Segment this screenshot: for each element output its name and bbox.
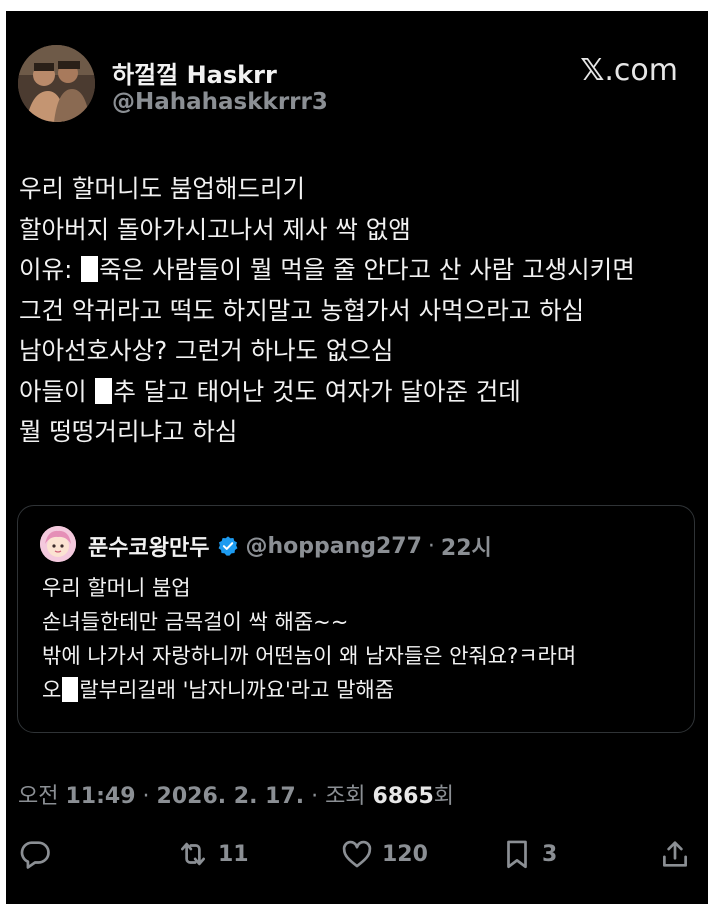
quoted-line-start: 오 xyxy=(42,678,62,702)
post-time[interactable]: 11:49 xyxy=(65,784,135,809)
redaction-block xyxy=(62,677,79,702)
share-button[interactable] xyxy=(658,837,692,871)
views-label: 조회 xyxy=(325,784,366,809)
redaction-block xyxy=(95,377,113,404)
like-count: 120 xyxy=(382,841,428,867)
x-brand-logo: 𝕏.com xyxy=(580,53,678,88)
author-name[interactable]: 하껄껄 Haskrr xyxy=(112,55,277,90)
quoted-line: 오 랄부리길래 '남자니까요'라고 말해줌 xyxy=(42,673,682,707)
views-suffix: 회 xyxy=(433,784,455,809)
tweet-line-start: 아들이 xyxy=(19,376,95,406)
quoted-body: 우리 할머니 붐업 손녀들한테만 금목걸이 싹 해줌~~ 밖에 나가서 자랑하니… xyxy=(42,571,682,707)
quoted-header: 푼수코왕만두 @hoppang277 · 22시 xyxy=(88,530,492,562)
author-handle[interactable]: @Hahahaskkrrr3 xyxy=(112,89,328,115)
brand-suffix: .com xyxy=(604,53,678,88)
like-button[interactable]: 120 xyxy=(340,837,428,871)
quoted-line-end: 랄부리길래 '남자니까요'라고 말해줌 xyxy=(79,678,395,702)
tweet-line-end: 추 달고 태어난 것도 여자가 달아준 건데 xyxy=(113,376,521,406)
tweet-line: 뭘 떵떵거리냐고 하심 xyxy=(19,417,238,446)
tweet-line: 이유: 죽은 사람들이 뭘 먹을 줄 안다고 산 사람 고생시키면 xyxy=(19,250,699,291)
action-bar: 11 120 3 xyxy=(6,837,708,881)
bookmark-button[interactable]: 3 xyxy=(500,837,557,871)
speech-bubble-icon xyxy=(20,841,50,869)
tweet-line: 아들이 추 달고 태어난 것도 여자가 달아준 건데 xyxy=(19,372,699,413)
post-date[interactable]: 2026. 2. 17. xyxy=(157,784,305,809)
quoted-author-handle[interactable]: @hoppang277 xyxy=(245,534,421,559)
avatar-photo xyxy=(18,45,95,122)
quoted-author-name[interactable]: 푼수코왕만두 xyxy=(88,530,209,562)
quoted-timestamp[interactable]: 22시 xyxy=(441,530,492,562)
tweet-line: 우리 할머니도 붐업해드리기 xyxy=(19,174,306,203)
tweet-body: 우리 할머니도 붐업해드리기 할아버지 돌아가시고나서 제사 싹 없앰 이유: … xyxy=(19,169,699,453)
meta-separator: · xyxy=(311,784,319,809)
tweet-metadata: 오전 11:49 · 2026. 2. 17. · 조회 6865회 xyxy=(18,778,454,810)
x-logo-icon: 𝕏 xyxy=(580,53,605,88)
share-upload-icon xyxy=(663,841,687,867)
quoted-avatar-image xyxy=(40,526,76,562)
tweet-line-start: 이유: xyxy=(19,255,81,284)
views-count[interactable]: 6865 xyxy=(373,784,434,809)
tweet-line: 그건 악귀라고 떡도 하지말고 농협가서 사먹으라고 하심 xyxy=(19,295,585,325)
reply-button[interactable] xyxy=(18,837,52,871)
retweet-count: 11 xyxy=(218,841,249,867)
retweet-arrows-icon xyxy=(181,842,205,866)
bookmark-count: 3 xyxy=(542,841,558,867)
bookmark-icon xyxy=(507,840,527,869)
quoted-author-avatar[interactable] xyxy=(40,526,76,562)
quoted-separator: · xyxy=(427,533,435,559)
author-avatar[interactable] xyxy=(18,45,95,122)
tweet-card: 하껄껄 Haskrr @Hahahaskkrrr3 𝕏.com 우리 할머니도 … xyxy=(6,11,708,904)
meta-separator: · xyxy=(142,784,150,809)
quoted-tweet[interactable]: 푼수코왕만두 @hoppang277 · 22시 우리 할머니 붐업 손녀들한테… xyxy=(17,505,695,733)
retweet-button[interactable]: 11 xyxy=(176,837,249,871)
tweet-line-end: 죽은 사람들이 뭘 먹을 줄 안다고 산 사람 고생시키면 xyxy=(99,255,635,284)
time-ampm: 오전 xyxy=(18,784,59,809)
tweet-line: 할아버지 돌아가시고나서 제사 싹 없앰 xyxy=(19,214,411,244)
quoted-line: 우리 할머니 붐업 xyxy=(42,576,191,600)
redaction-block xyxy=(81,256,99,282)
verified-badge-icon xyxy=(217,535,239,557)
quoted-line: 손녀들한테만 금목걸이 싹 해줌~~ xyxy=(42,610,349,634)
quoted-line: 밖에 나가서 자랑하니까 어떤놈이 왜 남자들은 안줘요?ㅋ라며 xyxy=(42,644,577,668)
heart-icon xyxy=(342,840,372,868)
tweet-line: 남아선호사상? 그런거 하나도 없으심 xyxy=(19,336,394,365)
